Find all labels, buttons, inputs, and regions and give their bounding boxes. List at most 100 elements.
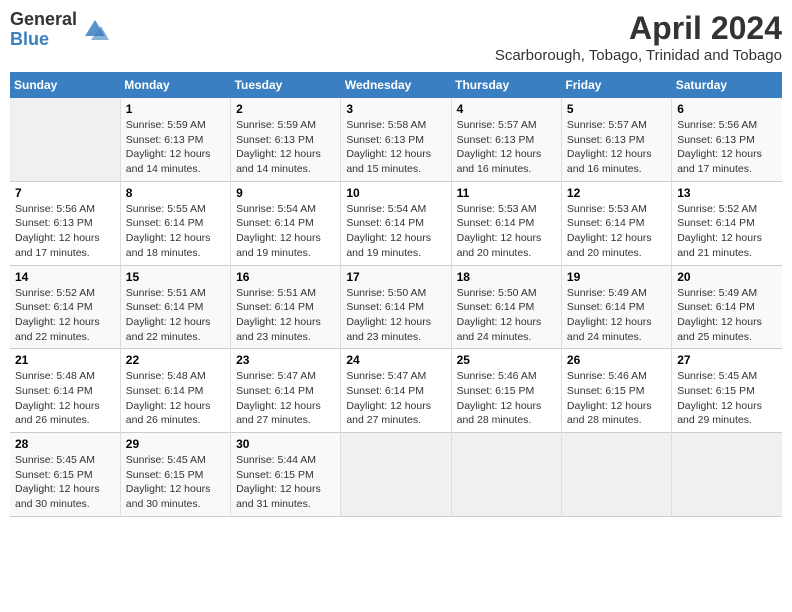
day-cell: 28 Sunrise: 5:45 AMSunset: 6:15 PMDayligh… — [10, 433, 120, 517]
day-cell — [10, 98, 120, 181]
day-cell: 14 Sunrise: 5:52 AMSunset: 6:14 PMDayligh… — [10, 265, 120, 349]
day-cell: 18 Sunrise: 5:50 AMSunset: 6:14 PMDayligh… — [451, 265, 561, 349]
header-monday: Monday — [120, 72, 230, 98]
header-friday: Friday — [561, 72, 671, 98]
day-number: 6 — [677, 102, 777, 116]
day-cell: 1 Sunrise: 5:59 AMSunset: 6:13 PMDaylight… — [120, 98, 230, 181]
day-cell: 3 Sunrise: 5:58 AMSunset: 6:13 PMDaylight… — [341, 98, 451, 181]
day-info: Sunrise: 5:50 AMSunset: 6:14 PMDaylight:… — [457, 286, 556, 345]
day-cell: 9 Sunrise: 5:54 AMSunset: 6:14 PMDaylight… — [231, 181, 341, 265]
day-cell: 15Sunrise: 5:51 AMSunset: 6:14 PMDayligh… — [120, 265, 230, 349]
day-cell: 5Sunrise: 5:57 AMSunset: 6:13 PMDaylight… — [561, 98, 671, 181]
day-number: 21 — [15, 353, 115, 367]
day-number: 19 — [567, 270, 666, 284]
day-info: Sunrise: 5:46 AMSunset: 6:15 PMDaylight:… — [457, 369, 556, 428]
day-info: Sunrise: 5:49 AMSunset: 6:14 PMDaylight:… — [677, 286, 777, 345]
day-info: Sunrise: 5:44 AMSunset: 6:15 PMDaylight:… — [236, 453, 335, 512]
header-sunday: Sunday — [10, 72, 120, 98]
day-number: 14 — [15, 270, 115, 284]
week-row-3: 14 Sunrise: 5:52 AMSunset: 6:14 PMDayligh… — [10, 265, 782, 349]
day-cell: 17Sunrise: 5:50 AMSunset: 6:14 PMDayligh… — [341, 265, 451, 349]
day-cell: 6 Sunrise: 5:56 AMSunset: 6:13 PMDaylight… — [672, 98, 782, 181]
day-cell — [451, 433, 561, 517]
day-info: Sunrise: 5:53 AMSunset: 6:14 PMDaylight:… — [457, 202, 556, 261]
day-number: 18 — [457, 270, 556, 284]
day-number: 17 — [346, 270, 445, 284]
day-info: Sunrise: 5:49 AMSunset: 6:14 PMDaylight:… — [567, 286, 666, 345]
day-number: 29 — [126, 437, 225, 451]
day-number: 3 — [346, 102, 445, 116]
header-wednesday: Wednesday — [341, 72, 451, 98]
day-info: Sunrise: 5:52 AMSunset: 6:14 PMDaylight:… — [15, 286, 115, 345]
logo-blue-text: Blue — [10, 30, 77, 50]
day-cell: 13 Sunrise: 5:52 AMSunset: 6:14 PMDayligh… — [672, 181, 782, 265]
day-cell: 16 Sunrise: 5:51 AMSunset: 6:14 PMDayligh… — [231, 265, 341, 349]
day-number: 1 — [126, 102, 225, 116]
day-info: Sunrise: 5:59 AMSunset: 6:13 PMDaylight:… — [126, 118, 225, 177]
header-tuesday: Tuesday — [231, 72, 341, 98]
day-info: Sunrise: 5:46 AMSunset: 6:15 PMDaylight:… — [567, 369, 666, 428]
day-info: Sunrise: 5:56 AMSunset: 6:13 PMDaylight:… — [677, 118, 777, 177]
day-cell — [561, 433, 671, 517]
day-info: Sunrise: 5:54 AMSunset: 6:14 PMDaylight:… — [236, 202, 335, 261]
day-info: Sunrise: 5:51 AMSunset: 6:14 PMDaylight:… — [126, 286, 225, 345]
day-number: 7 — [15, 186, 115, 200]
day-info: Sunrise: 5:56 AMSunset: 6:13 PMDaylight:… — [15, 202, 115, 261]
day-cell: 8Sunrise: 5:55 AMSunset: 6:14 PMDaylight… — [120, 181, 230, 265]
day-number: 2 — [236, 102, 335, 116]
day-number: 9 — [236, 186, 335, 200]
day-info: Sunrise: 5:58 AMSunset: 6:13 PMDaylight:… — [346, 118, 445, 177]
day-number: 22 — [126, 353, 225, 367]
day-number: 12 — [567, 186, 666, 200]
page-header: General Blue April 2024 Scarborough, Tob… — [10, 10, 782, 64]
day-cell: 26 Sunrise: 5:46 AMSunset: 6:15 PMDayligh… — [561, 349, 671, 433]
day-number: 20 — [677, 270, 777, 284]
day-cell: 24Sunrise: 5:47 AMSunset: 6:14 PMDayligh… — [341, 349, 451, 433]
day-cell: 22Sunrise: 5:48 AMSunset: 6:14 PMDayligh… — [120, 349, 230, 433]
day-cell: 10Sunrise: 5:54 AMSunset: 6:14 PMDayligh… — [341, 181, 451, 265]
logo: General Blue — [10, 10, 109, 50]
day-cell: 12 Sunrise: 5:53 AMSunset: 6:14 PMDayligh… — [561, 181, 671, 265]
day-number: 30 — [236, 437, 335, 451]
day-cell: 21 Sunrise: 5:48 AMSunset: 6:14 PMDayligh… — [10, 349, 120, 433]
day-info: Sunrise: 5:54 AMSunset: 6:14 PMDaylight:… — [346, 202, 445, 261]
header-saturday: Saturday — [672, 72, 782, 98]
day-info: Sunrise: 5:52 AMSunset: 6:14 PMDaylight:… — [677, 202, 777, 261]
day-info: Sunrise: 5:59 AMSunset: 6:13 PMDaylight:… — [236, 118, 335, 177]
week-row-5: 28 Sunrise: 5:45 AMSunset: 6:15 PMDayligh… — [10, 433, 782, 517]
day-number: 28 — [15, 437, 115, 451]
logo-general-text: General — [10, 10, 77, 30]
day-cell — [341, 433, 451, 517]
day-info: Sunrise: 5:48 AMSunset: 6:14 PMDaylight:… — [15, 369, 115, 428]
day-cell — [672, 433, 782, 517]
day-info: Sunrise: 5:45 AMSunset: 6:15 PMDaylight:… — [15, 453, 115, 512]
day-cell: 20 Sunrise: 5:49 AMSunset: 6:14 PMDayligh… — [672, 265, 782, 349]
day-number: 23 — [236, 353, 335, 367]
title-section: April 2024 Scarborough, Tobago, Trinidad… — [495, 10, 782, 64]
day-number: 27 — [677, 353, 777, 367]
week-row-1: 1 Sunrise: 5:59 AMSunset: 6:13 PMDaylight… — [10, 98, 782, 181]
calendar-table: SundayMondayTuesdayWednesdayThursdayFrid… — [10, 72, 782, 517]
day-cell: 25 Sunrise: 5:46 AMSunset: 6:15 PMDayligh… — [451, 349, 561, 433]
day-number: 24 — [346, 353, 445, 367]
day-cell: 11 Sunrise: 5:53 AMSunset: 6:14 PMDayligh… — [451, 181, 561, 265]
day-number: 4 — [457, 102, 556, 116]
day-cell: 7 Sunrise: 5:56 AMSunset: 6:13 PMDaylight… — [10, 181, 120, 265]
day-cell: 30 Sunrise: 5:44 AMSunset: 6:15 PMDayligh… — [231, 433, 341, 517]
day-cell: 19 Sunrise: 5:49 AMSunset: 6:14 PMDayligh… — [561, 265, 671, 349]
location-title: Scarborough, Tobago, Trinidad and Tobago — [495, 47, 782, 64]
header-thursday: Thursday — [451, 72, 561, 98]
day-number: 16 — [236, 270, 335, 284]
day-info: Sunrise: 5:53 AMSunset: 6:14 PMDaylight:… — [567, 202, 666, 261]
day-cell: 4Sunrise: 5:57 AMSunset: 6:13 PMDaylight… — [451, 98, 561, 181]
day-number: 11 — [457, 186, 556, 200]
day-number: 26 — [567, 353, 666, 367]
day-cell: 27Sunrise: 5:45 AMSunset: 6:15 PMDayligh… — [672, 349, 782, 433]
day-cell: 2 Sunrise: 5:59 AMSunset: 6:13 PMDaylight… — [231, 98, 341, 181]
day-number: 13 — [677, 186, 777, 200]
day-info: Sunrise: 5:51 AMSunset: 6:14 PMDaylight:… — [236, 286, 335, 345]
day-number: 25 — [457, 353, 556, 367]
header-row: SundayMondayTuesdayWednesdayThursdayFrid… — [10, 72, 782, 98]
day-cell: 29Sunrise: 5:45 AMSunset: 6:15 PMDayligh… — [120, 433, 230, 517]
day-number: 5 — [567, 102, 666, 116]
